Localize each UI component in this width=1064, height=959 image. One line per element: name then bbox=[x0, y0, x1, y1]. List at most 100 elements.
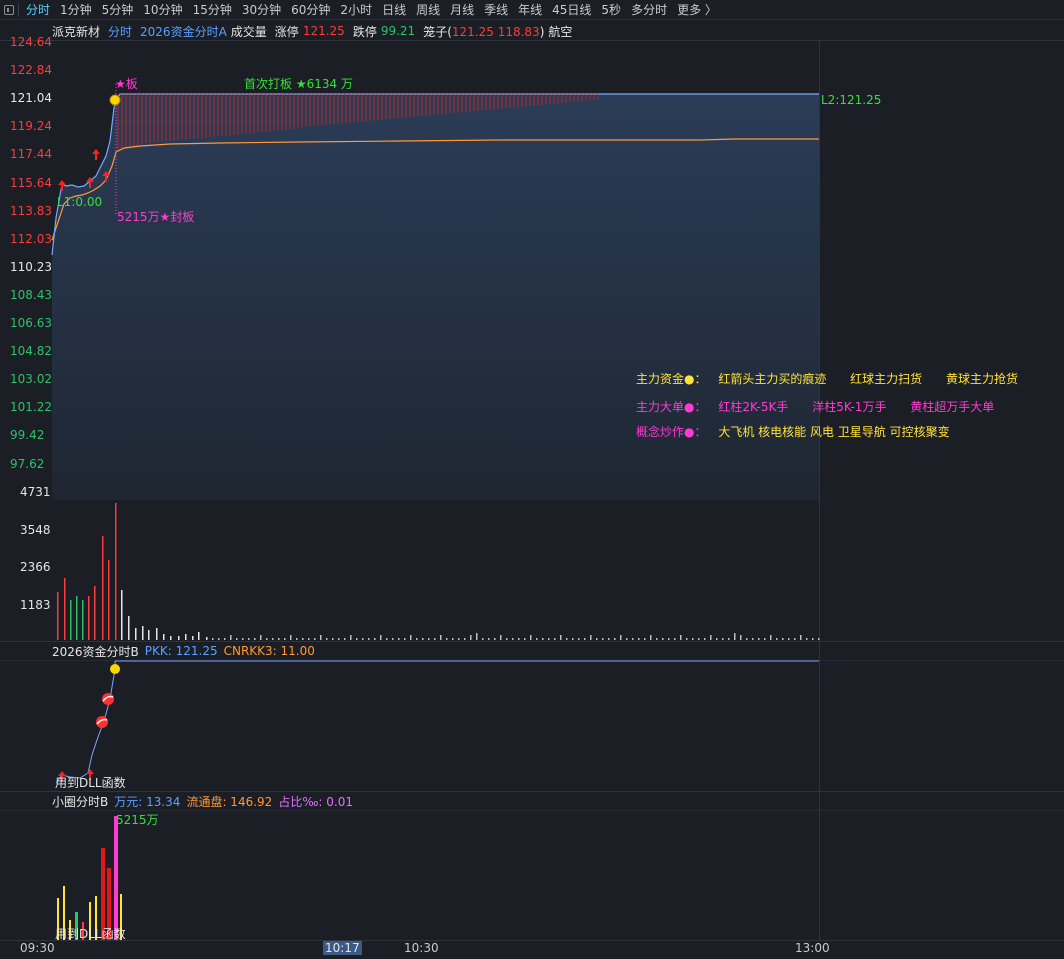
panel-c-chart[interactable] bbox=[0, 810, 830, 940]
volume-bar bbox=[320, 635, 322, 640]
l1-label: L1:0.00 bbox=[57, 195, 103, 209]
volume-bar bbox=[554, 638, 556, 640]
volume-bar bbox=[686, 638, 688, 640]
volume-bar bbox=[752, 638, 754, 640]
volume-bar bbox=[782, 638, 784, 640]
period-tab[interactable]: 更多 〉 bbox=[672, 1, 722, 18]
volume-bar bbox=[602, 638, 604, 640]
volume-bar bbox=[212, 638, 214, 640]
volume-bar bbox=[656, 638, 658, 640]
volume-bar bbox=[572, 638, 574, 640]
cage-value-2: 118.83 bbox=[497, 24, 540, 39]
period-tab[interactable]: 月线 bbox=[445, 1, 479, 18]
period-tab[interactable]: 45日线 bbox=[547, 1, 596, 18]
period-tab[interactable]: 1分钟 bbox=[55, 1, 97, 18]
menu-toggle-icon[interactable] bbox=[4, 4, 14, 15]
period-tab[interactable]: 5分钟 bbox=[97, 1, 139, 18]
period-tab[interactable]: 5秒 bbox=[596, 1, 626, 18]
indicator-a-name[interactable]: 2026资金分时A bbox=[140, 23, 227, 40]
volume-bar bbox=[332, 638, 334, 640]
volume-bar bbox=[788, 638, 790, 640]
period-tab[interactable]: 年线 bbox=[513, 1, 547, 18]
legend-item: 洋柱5K-1万手 bbox=[812, 400, 887, 414]
period-tab[interactable]: 60分钟 bbox=[286, 1, 335, 18]
volume-bar bbox=[404, 638, 406, 640]
volume-bar bbox=[722, 638, 724, 640]
volume-bar bbox=[218, 638, 220, 640]
volume-bar bbox=[506, 638, 508, 640]
volume-bar bbox=[608, 638, 610, 640]
volume-bar bbox=[464, 638, 466, 640]
period-tab[interactable]: 15分钟 bbox=[188, 1, 237, 18]
volume-bar bbox=[70, 600, 72, 640]
volume-bar bbox=[500, 635, 502, 640]
volume-bar bbox=[206, 637, 208, 640]
volume-bar bbox=[284, 638, 286, 640]
red-ball-icon bbox=[102, 693, 114, 705]
volume-bar bbox=[770, 635, 772, 640]
mode-label: 分时 bbox=[108, 24, 133, 39]
yellow-ball-icon bbox=[110, 664, 120, 674]
volume-bar bbox=[266, 638, 268, 640]
cage-info: 笼子(121.25 118.83) bbox=[423, 23, 544, 40]
volume-bar bbox=[710, 635, 712, 640]
volume-bar bbox=[596, 638, 598, 640]
volume-bar bbox=[142, 626, 144, 640]
volume-bar bbox=[434, 638, 436, 640]
l2-label: L2:121.25 bbox=[821, 93, 882, 107]
volume-bar bbox=[758, 638, 760, 640]
volume-bar bbox=[115, 503, 117, 640]
volume-bar bbox=[254, 638, 256, 640]
dll-notice: 用到DLL函数 bbox=[55, 776, 126, 790]
volume-bar bbox=[272, 638, 274, 640]
seal-board-label: 5215万★封板 bbox=[117, 210, 195, 224]
dll-notice: 用到DLL函数 bbox=[55, 927, 126, 941]
volume-bar bbox=[614, 638, 616, 640]
volume-bar bbox=[536, 638, 538, 640]
volume-bar bbox=[626, 638, 628, 640]
time-label: 09:30 bbox=[20, 941, 55, 955]
volume-bar bbox=[278, 638, 280, 640]
period-tab[interactable]: 10分钟 bbox=[138, 1, 187, 18]
volume-bar bbox=[148, 630, 150, 640]
volume-bar bbox=[242, 638, 244, 640]
first-board-label: 首次打板 ★6134 万 bbox=[244, 77, 353, 91]
volume-bar bbox=[632, 638, 634, 640]
volume-chart[interactable] bbox=[0, 490, 830, 642]
volume-bar bbox=[344, 638, 346, 640]
sector-label[interactable]: 航空 bbox=[548, 23, 572, 40]
panel-b-chart[interactable] bbox=[0, 655, 830, 791]
volume-bar bbox=[94, 586, 96, 640]
stock-name[interactable]: 派克新材 bbox=[52, 23, 100, 40]
cage-close: ) bbox=[539, 24, 545, 39]
limit-down-label: 跌停 bbox=[352, 24, 377, 39]
volume-bar bbox=[236, 638, 238, 640]
panel-c-title[interactable]: 小圈分时B bbox=[52, 793, 108, 810]
period-tab[interactable]: 2小时 bbox=[335, 1, 377, 18]
volume-bar bbox=[446, 638, 448, 640]
period-tab[interactable]: 分时 bbox=[21, 1, 55, 18]
float-value: 流通盘: 146.92 bbox=[186, 794, 273, 809]
volume-bar bbox=[512, 638, 514, 640]
ratio-value: 占比‰: 0.01 bbox=[278, 794, 353, 809]
volume-bar bbox=[650, 635, 652, 640]
period-toolbar: 分时 1分钟 5分钟 10分钟 15分钟 30分钟 60分钟 2小时 日线 周线 月线 季线 年线 45日… bbox=[0, 0, 1064, 20]
crosshair-time-label: 10:17 bbox=[323, 941, 362, 955]
period-tab[interactable]: 季线 bbox=[479, 1, 513, 18]
volume-bar bbox=[674, 638, 676, 640]
volume-label: 成交量 bbox=[230, 24, 267, 39]
period-tab[interactable]: 多分时 bbox=[626, 1, 672, 18]
period-tab[interactable]: 30分钟 bbox=[237, 1, 286, 18]
volume-bar bbox=[170, 636, 172, 640]
volume-bar bbox=[728, 638, 730, 640]
legend-item: 红箭头主力买的痕迹 bbox=[718, 372, 827, 386]
volume-bar bbox=[458, 638, 460, 640]
period-tab[interactable]: 周线 bbox=[411, 1, 445, 18]
volume-bar bbox=[668, 638, 670, 640]
volume-bar bbox=[584, 638, 586, 640]
period-tab[interactable]: 日线 bbox=[377, 1, 411, 18]
volume-bar bbox=[108, 560, 110, 640]
volume-bar bbox=[590, 635, 592, 640]
limit-down-value: 99.21 bbox=[380, 24, 416, 38]
volume-bar bbox=[163, 634, 165, 640]
